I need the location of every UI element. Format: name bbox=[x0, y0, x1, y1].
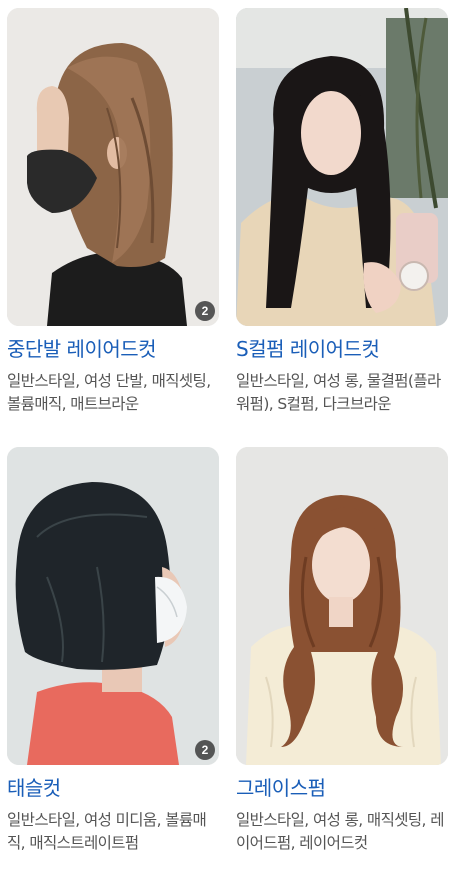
hairstyle-tags: 일반스타일, 여성 미디움, 볼륨매직, 매직스트레이트펌 bbox=[7, 811, 207, 852]
hairstyle-thumbnail[interactable]: 2 bbox=[7, 8, 219, 326]
hair-photo-icon bbox=[236, 447, 448, 765]
hairstyle-title[interactable]: 태슬컷 bbox=[7, 775, 219, 801]
hairstyle-thumbnail[interactable] bbox=[236, 8, 448, 326]
hairstyle-title[interactable]: 중단발 레이어드컷 bbox=[7, 336, 219, 362]
hairstyle-thumbnail[interactable] bbox=[236, 447, 448, 765]
hairstyle-card[interactable]: S컬펌 레이어드컷 일반스타일, 여성 롱, 물결펌(플라워펌), S컬펌, 다… bbox=[236, 8, 448, 416]
hair-photo-icon bbox=[7, 447, 219, 765]
hairstyle-card[interactable]: 그레이스펌 일반스타일, 여성 롱, 매직셋팅, 레이어드펌, 레이어드컷 bbox=[236, 447, 448, 855]
hairstyle-tags: 일반스타일, 여성 롱, 물결펌(플라워펌), S컬펌, 다크브라운 bbox=[236, 372, 441, 413]
hair-photo-icon bbox=[236, 8, 448, 326]
hairstyle-thumbnail[interactable]: 2 bbox=[7, 447, 219, 765]
hair-photo-icon bbox=[7, 8, 219, 326]
hairstyle-results-grid: 2 중단발 레이어드컷 일반스타일, 여성 단발, 매직셋팅, 볼륨매직, 매트… bbox=[0, 0, 456, 870]
hairstyle-card[interactable]: 2 태슬컷 일반스타일, 여성 미디움, 볼륨매직, 매직스트레이트펌 bbox=[7, 447, 219, 855]
image-count-badge: 2 bbox=[195, 740, 215, 760]
hairstyle-card[interactable]: 2 중단발 레이어드컷 일반스타일, 여성 단발, 매직셋팅, 볼륨매직, 매트… bbox=[7, 8, 219, 416]
hairstyle-title[interactable]: 그레이스펌 bbox=[236, 775, 448, 801]
image-count-badge: 2 bbox=[195, 301, 215, 321]
hairstyle-tags: 일반스타일, 여성 롱, 매직셋팅, 레이어드펌, 레이어드컷 bbox=[236, 811, 444, 852]
hairstyle-tags: 일반스타일, 여성 단발, 매직셋팅, 볼륨매직, 매트브라운 bbox=[7, 372, 211, 413]
hairstyle-title[interactable]: S컬펌 레이어드컷 bbox=[236, 336, 448, 362]
